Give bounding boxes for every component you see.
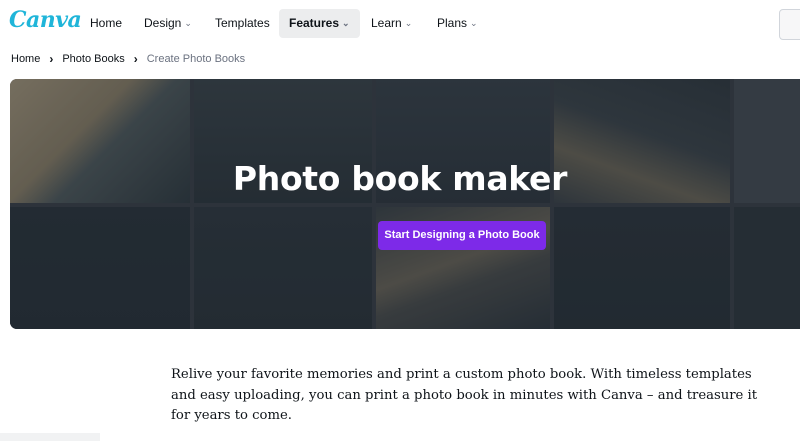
chevron-down-icon: ⌄ (404, 18, 413, 28)
page-description: Relive your favorite memories and print … (171, 367, 758, 423)
nav-item-label: Templates (215, 16, 270, 30)
nav-item-features[interactable]: Features ⌄ (279, 9, 360, 38)
breadcrumb-home[interactable]: Home (11, 53, 40, 65)
chevron-down-icon: ⌄ (470, 18, 478, 28)
nav-item-design[interactable]: Design ⌄ (134, 9, 202, 38)
breadcrumb-current: Create Photo Books (146, 53, 246, 65)
breadcrumb-photo-books[interactable]: Photo Books (62, 53, 124, 65)
nav-item-learn[interactable]: Learn ⌄ (361, 9, 422, 38)
nav-item-label: Design (144, 16, 182, 30)
account-button[interactable] (779, 9, 800, 40)
chevron-down-icon: ⌄ (184, 18, 192, 28)
divider (0, 433, 100, 441)
chevron-down-icon: ⌄ (342, 18, 350, 28)
start-designing-button[interactable]: Start Designing a Photo Book (378, 221, 546, 250)
nav-item-plans[interactable]: Plans ⌄ (427, 9, 488, 38)
chevron-right-icon: › (49, 52, 54, 66)
nav-item-templates[interactable]: Templates (205, 9, 280, 38)
hero-title: Photo book maker (232, 159, 568, 198)
chevron-right-icon: › (133, 52, 138, 66)
breadcrumb: Home › Photo Books › Create Photo Books (11, 51, 245, 67)
top-navigation: Canva Home Design ⌄ Templates Features ⌄ L… (0, 0, 800, 46)
hero-banner: Photo book maker Start Designing a Photo… (10, 79, 800, 329)
nav-item-label: Plans (437, 16, 468, 30)
nav-item-label: Home (90, 16, 123, 30)
nav-item-label: Learn (371, 16, 402, 30)
hero-dim-overlay (10, 79, 800, 329)
nav-item-label: Features (289, 16, 340, 30)
nav-item-home[interactable]: Home (80, 9, 132, 38)
canva-logo[interactable]: Canva (9, 7, 82, 33)
